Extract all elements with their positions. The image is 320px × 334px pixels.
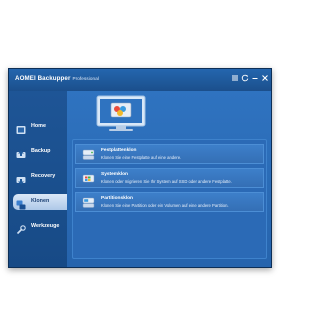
- refresh-icon[interactable]: [241, 74, 249, 82]
- sidebar-item-label: Werkzeuge: [31, 223, 60, 229]
- recovery-icon: [16, 172, 26, 185]
- main-content: Festplattenklon Klonen Sie eine Festplat…: [67, 91, 271, 267]
- app-window: AOMEI BackupperProfessional Home Backup: [8, 68, 272, 268]
- option-description: Klonen Sie eine Partition oder ein Volum…: [101, 203, 229, 208]
- tools-icon: [16, 222, 26, 235]
- close-icon[interactable]: [261, 74, 269, 82]
- sidebar: Home Backup Recovery Klonen Werkzeuge: [9, 91, 67, 267]
- app-edition: Professional: [72, 76, 99, 81]
- sidebar-item-backup[interactable]: Backup: [13, 144, 67, 160]
- sidebar-item-recovery[interactable]: Recovery: [13, 169, 67, 185]
- sidebar-item-label: Backup: [31, 148, 51, 154]
- option-title: Systemklon: [101, 172, 128, 177]
- option-system-clone[interactable]: Systemklon Klonen oder migrieren Sie Ihr…: [75, 168, 264, 188]
- menu-icon[interactable]: [231, 74, 239, 82]
- app-name: AOMEI Backupper: [15, 75, 71, 82]
- sidebar-item-tools[interactable]: Werkzeuge: [13, 219, 67, 235]
- clone-options-panel: Festplattenklon Klonen Sie eine Festplat…: [72, 139, 267, 259]
- sidebar-item-home[interactable]: Home: [13, 119, 67, 135]
- clone-hero-icon: [93, 94, 149, 134]
- option-description: Klonen Sie eine Festplatte auf eine ande…: [101, 155, 182, 160]
- backup-icon: [16, 147, 26, 158]
- sidebar-item-clone[interactable]: Klonen: [13, 194, 67, 210]
- option-title: Partitionsklon: [101, 196, 133, 201]
- option-description: Klonen oder migrieren Sie Ihr System auf…: [101, 179, 232, 184]
- sidebar-item-label: Klonen: [31, 198, 50, 204]
- system-clone-icon: [82, 172, 95, 185]
- title-bar: AOMEI Backupper Professional: [9, 69, 271, 91]
- home-icon: [16, 122, 26, 134]
- app-title: AOMEI Backupper Professional: [15, 75, 99, 82]
- sidebar-item-label: Recovery: [31, 173, 56, 179]
- disk-clone-icon: [82, 148, 95, 161]
- minimize-icon[interactable]: [251, 74, 259, 82]
- option-partition-clone[interactable]: Partitionsklon Klonen Sie eine Partition…: [75, 192, 264, 212]
- partition-clone-icon: [82, 196, 95, 209]
- sidebar-item-label: Home: [31, 123, 46, 129]
- clone-icon: [16, 197, 26, 210]
- option-title: Festplattenklon: [101, 148, 137, 153]
- option-disk-clone[interactable]: Festplattenklon Klonen Sie eine Festplat…: [75, 144, 264, 164]
